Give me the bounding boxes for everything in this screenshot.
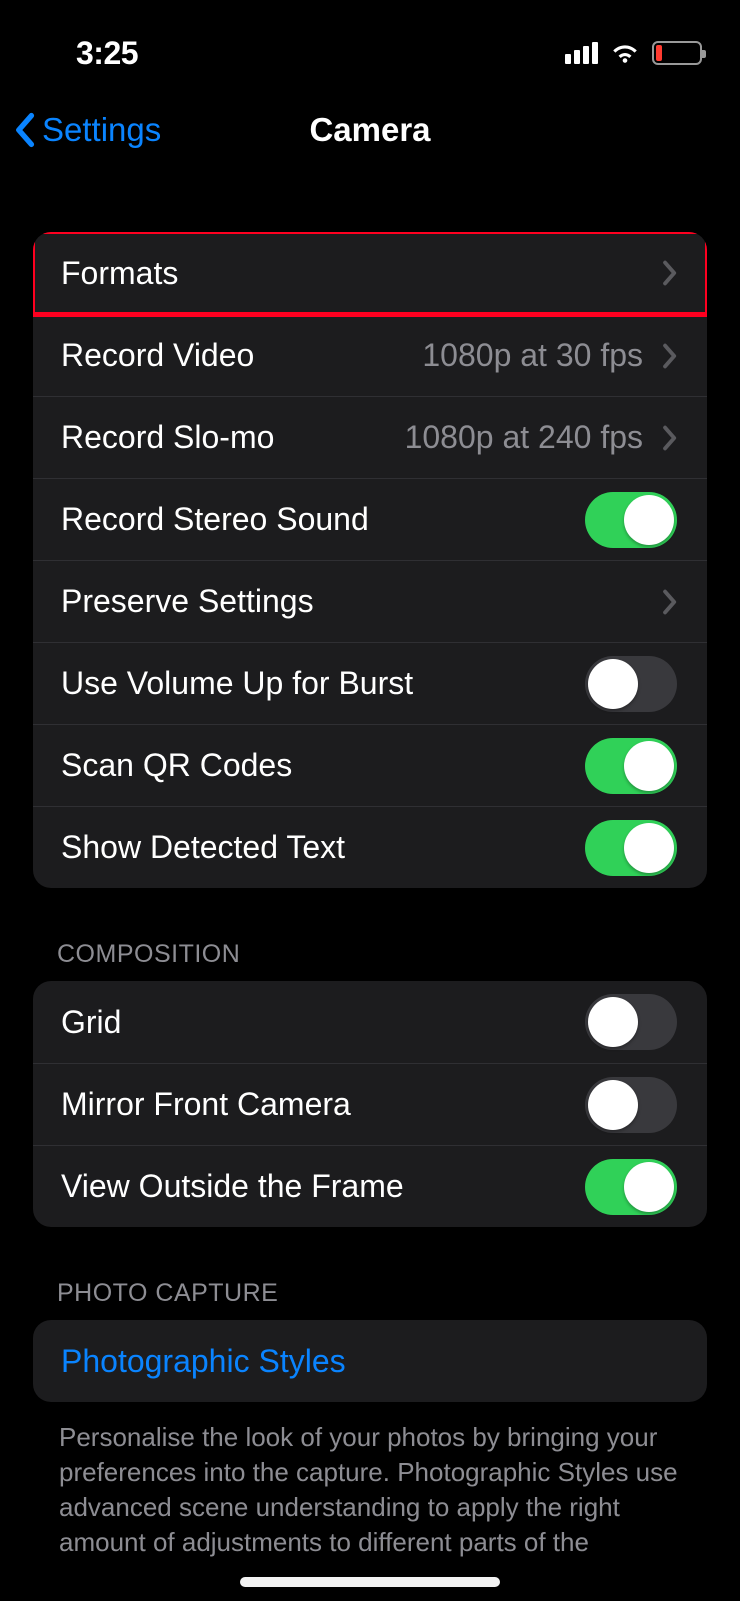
row-preserve-settings[interactable]: Preserve Settings [33, 560, 707, 642]
row-label: Grid [61, 1004, 121, 1041]
row-record-video[interactable]: Record Video 1080p at 30 fps [33, 314, 707, 396]
row-grid: Grid [33, 981, 707, 1063]
row-value: 1080p at 240 fps [405, 419, 643, 456]
toggle-grid[interactable] [585, 994, 677, 1050]
row-label: Show Detected Text [61, 829, 345, 866]
row-formats[interactable]: Formats [33, 232, 707, 314]
chevron-right-icon [661, 589, 677, 615]
home-indicator[interactable] [240, 1577, 500, 1587]
row-label: Use Volume Up for Burst [61, 665, 413, 702]
row-label: Record Video [61, 337, 254, 374]
chevron-right-icon [661, 425, 677, 451]
cellular-icon [565, 42, 598, 64]
chevron-right-icon [661, 260, 677, 286]
chevron-left-icon [14, 112, 38, 148]
status-time: 3:25 [76, 35, 138, 72]
row-record-stereo-sound: Record Stereo Sound [33, 478, 707, 560]
row-label: Record Slo-mo [61, 419, 274, 456]
chevron-right-icon [661, 343, 677, 369]
back-label: Settings [42, 111, 161, 149]
settings-group-composition: Grid Mirror Front Camera View Outside th… [33, 981, 707, 1227]
row-label: Scan QR Codes [61, 747, 292, 784]
battery-icon [652, 41, 702, 65]
row-scan-qr-codes: Scan QR Codes [33, 724, 707, 806]
row-view-outside-frame: View Outside the Frame [33, 1145, 707, 1227]
toggle-volume-up-burst[interactable] [585, 656, 677, 712]
wifi-icon [610, 41, 640, 65]
settings-group-photo-capture: Photographic Styles [33, 1320, 707, 1402]
row-photographic-styles[interactable]: Photographic Styles [33, 1320, 707, 1402]
toggle-scan-qr-codes[interactable] [585, 738, 677, 794]
row-mirror-front-camera: Mirror Front Camera [33, 1063, 707, 1145]
back-button[interactable]: Settings [0, 111, 161, 149]
row-value: 1080p at 30 fps [422, 337, 643, 374]
nav-header: Settings Camera [0, 90, 740, 170]
toggle-record-stereo-sound[interactable] [585, 492, 677, 548]
row-label: Preserve Settings [61, 583, 314, 620]
row-label: Formats [61, 255, 178, 292]
toggle-show-detected-text[interactable] [585, 820, 677, 876]
status-bar: 3:25 [0, 0, 740, 90]
row-label: Record Stereo Sound [61, 501, 369, 538]
settings-content: Formats Record Video 1080p at 30 fps Rec… [0, 170, 740, 1560]
row-volume-up-burst: Use Volume Up for Burst [33, 642, 707, 724]
row-record-slomo[interactable]: Record Slo-mo 1080p at 240 fps [33, 396, 707, 478]
row-label: Mirror Front Camera [61, 1086, 351, 1123]
section-header-composition: Composition [33, 888, 707, 981]
section-header-photo-capture: Photo Capture [33, 1227, 707, 1320]
settings-group-main: Formats Record Video 1080p at 30 fps Rec… [33, 232, 707, 888]
photo-capture-footer: Personalise the look of your photos by b… [33, 1402, 707, 1560]
status-indicators [565, 41, 702, 65]
toggle-view-outside-frame[interactable] [585, 1159, 677, 1215]
row-show-detected-text: Show Detected Text [33, 806, 707, 888]
row-label: View Outside the Frame [61, 1168, 404, 1205]
toggle-mirror-front-camera[interactable] [585, 1077, 677, 1133]
row-label: Photographic Styles [61, 1343, 346, 1380]
